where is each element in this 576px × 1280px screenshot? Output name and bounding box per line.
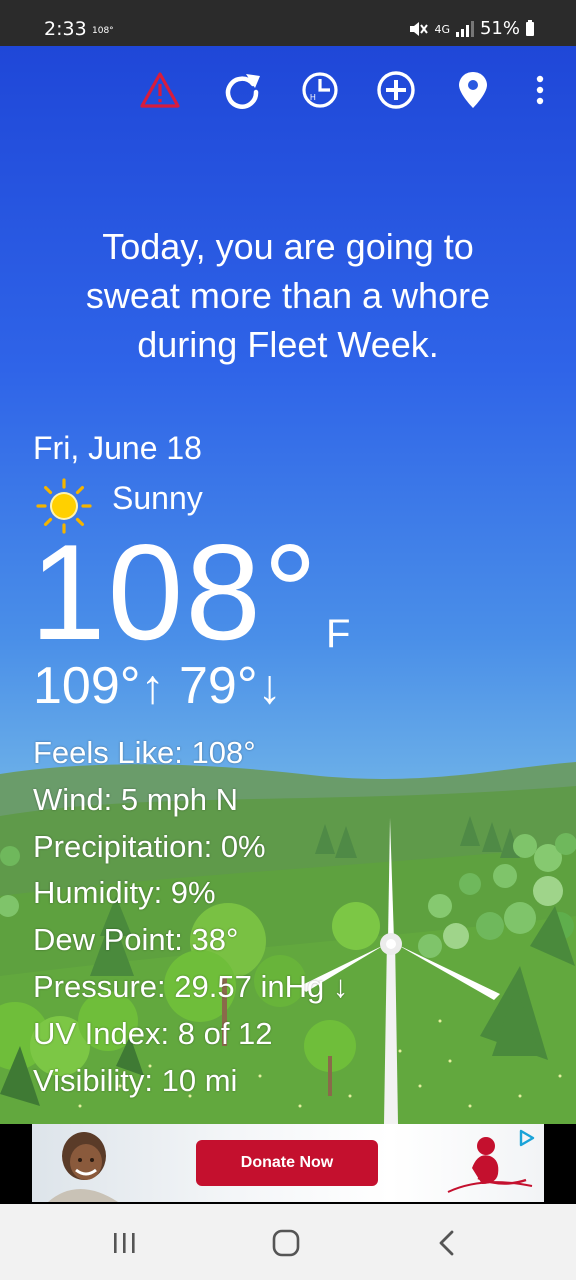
joke-line-1: Today, you are going to [102,226,474,267]
humidity: Humidity: 9% [33,875,216,911]
ad-banner[interactable]: Donate Now [0,1124,576,1204]
toolbar: H [0,46,576,138]
mute-icon [410,22,429,36]
precipitation: Precipitation: 0% [33,828,266,864]
signal-icon [455,21,474,37]
status-time: 2:33 [44,18,87,40]
home-button[interactable] [266,1226,306,1260]
location-pin-icon[interactable] [453,70,493,110]
weather-app-screen: 2:33 108° 4G 51% H Today, you are going … [0,0,576,1280]
down-arrow-icon: ↓ [257,661,282,714]
weather-panel: H Today, you are going to sweat more tha… [0,46,576,1124]
weather-details: Feels Like: 108° Wind: 5 mph N Precipita… [33,730,348,1104]
donate-now-button[interactable]: Donate Now [196,1140,378,1186]
hourly-clock-icon[interactable]: H [300,70,340,110]
more-menu-icon[interactable] [520,70,560,110]
temperature-unit: F [326,612,351,656]
add-location-icon[interactable] [376,70,416,110]
ad-content[interactable]: Donate Now [32,1124,544,1202]
system-nav-bar [0,1204,576,1280]
joke-line-2: sweat more than a whore [85,275,491,316]
current-temperature: 108° [30,516,320,668]
network-label: 4G [434,22,450,36]
svg-text:H: H [310,93,316,102]
status-temp: 108° [92,26,114,36]
uv-index: UV Index: 8 of 12 [33,1015,273,1051]
feels-like: Feels Like: 108° [33,735,256,770]
dew-point: Dew Point: 38° [33,922,239,958]
warning-icon[interactable] [140,70,180,110]
high-low-temperatures: 109°↑ 79°↓ [33,660,282,712]
high-temperature: 109° [33,657,141,715]
battery-icon [526,20,534,36]
visibility: Visibility: 10 mi [33,1062,238,1098]
ad-choices-icon[interactable] [516,1128,536,1148]
status-bar: 2:33 108° 4G 51% [0,0,576,46]
joke-line-3: during Fleet Week. [137,324,439,365]
back-button[interactable] [428,1226,468,1260]
status-right: 4G 51% [408,20,534,38]
condition-label: Sunny [112,480,203,516]
refresh-icon[interactable] [222,70,262,110]
recents-button[interactable] [104,1226,144,1260]
up-arrow-icon: ↑ [140,661,165,714]
child-photo [48,1132,118,1202]
battery-percent: 51% [479,18,520,39]
pressure: Pressure: 29.57 inHg ↓ [33,968,349,1004]
wind: Wind: 5 mph N [33,781,239,817]
forecast-date: Fri, June 18 [33,430,202,466]
low-temperature: 79° [179,657,258,715]
weather-joke: Today, you are going to sweat more than … [40,222,536,369]
